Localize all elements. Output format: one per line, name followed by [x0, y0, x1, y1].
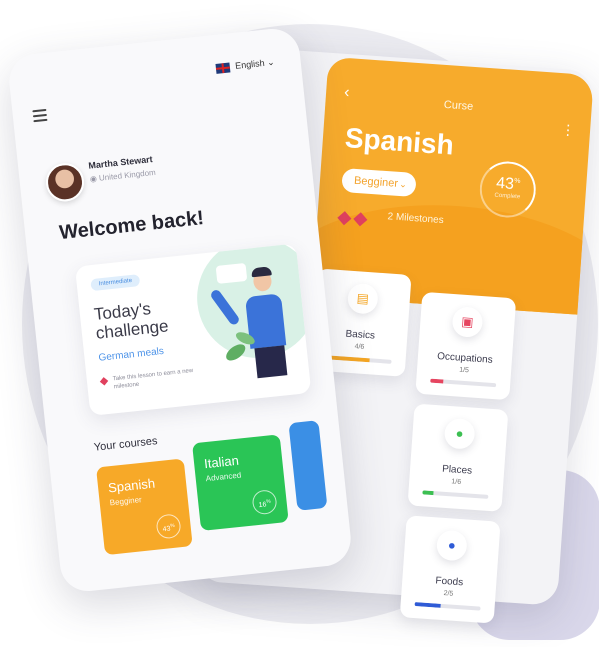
course-name: Spanish [107, 475, 156, 496]
gem-icon [337, 211, 352, 226]
course-language: Spanish [343, 122, 455, 161]
language-selector[interactable]: English ⌄ [215, 56, 276, 74]
category-progress-bar [422, 490, 489, 499]
progress-unit: % [265, 498, 271, 506]
challenge-subtitle: German meals [98, 345, 165, 364]
course-level: Advanced [205, 470, 242, 484]
apple-icon: ● [435, 529, 468, 562]
challenge-title: Today's challenge [93, 299, 170, 343]
category-card-occupations[interactable]: ▣ Occupations 1/5 [415, 291, 517, 401]
category-progress-bar [414, 602, 481, 611]
home-screen-body: English ⌄ Martha Stewart ◉ United Kingdo… [6, 26, 354, 594]
location-pin-icon: ● [443, 417, 476, 450]
progress-unit: % [169, 522, 175, 530]
category-progress-bar [325, 355, 392, 364]
level-dropdown[interactable]: Begginer ⌄ [341, 167, 417, 198]
course-progress-ring: 16% [251, 489, 278, 516]
course-level: Begginer [109, 495, 143, 508]
chevron-down-icon: ⌄ [266, 56, 276, 68]
category-card-places[interactable]: ● Places 1/6 [407, 403, 509, 512]
menu-icon[interactable] [32, 108, 48, 125]
progress-unit: % [513, 177, 521, 186]
progress-value: 43 [495, 174, 515, 193]
course-card-italian[interactable]: Italian Advanced 16% [192, 434, 289, 531]
milestone-gems [337, 210, 372, 230]
user-location-text: United Kingdom [98, 167, 157, 183]
category-progress-bar [430, 378, 497, 388]
gem-icon [99, 377, 109, 386]
chevron-down-icon: ⌄ [399, 178, 408, 190]
illustration-legs [254, 345, 288, 379]
challenge-hint: Take this lesson to earn a new milestone [112, 367, 194, 391]
gem-icon [353, 212, 368, 227]
course-name: Italian [203, 452, 240, 472]
level-dropdown-label: Begginer [353, 174, 399, 190]
speech-bubble-illustration [215, 262, 248, 284]
uk-flag-icon [215, 62, 231, 74]
user-location: ◉ United Kingdom [89, 168, 156, 184]
challenge-card[interactable]: Intermediate Today's challenge German me… [74, 243, 312, 416]
language-selector-label: English [234, 57, 266, 71]
briefcase-icon: ▣ [451, 306, 484, 339]
more-options-icon[interactable]: ⋮ [561, 121, 575, 139]
location-pin-icon: ◉ [89, 174, 98, 184]
course-progress-ring: 43% [155, 513, 182, 540]
course-card-spanish[interactable]: Spanish Begginer 43% [96, 458, 193, 556]
category-card-foods[interactable]: ● Foods 2/5 [399, 515, 501, 624]
course-screen-title: Curse [443, 98, 474, 113]
course-card-partial[interactable] [288, 420, 328, 511]
welcome-heading: Welcome back! [58, 207, 205, 245]
courses-heading: Your courses [93, 435, 159, 454]
level-tag: Intermediate [90, 274, 141, 292]
avatar[interactable] [44, 161, 86, 204]
home-screen: English ⌄ Martha Stewart ◉ United Kingdo… [6, 26, 354, 594]
document-icon: ▤ [346, 282, 379, 315]
